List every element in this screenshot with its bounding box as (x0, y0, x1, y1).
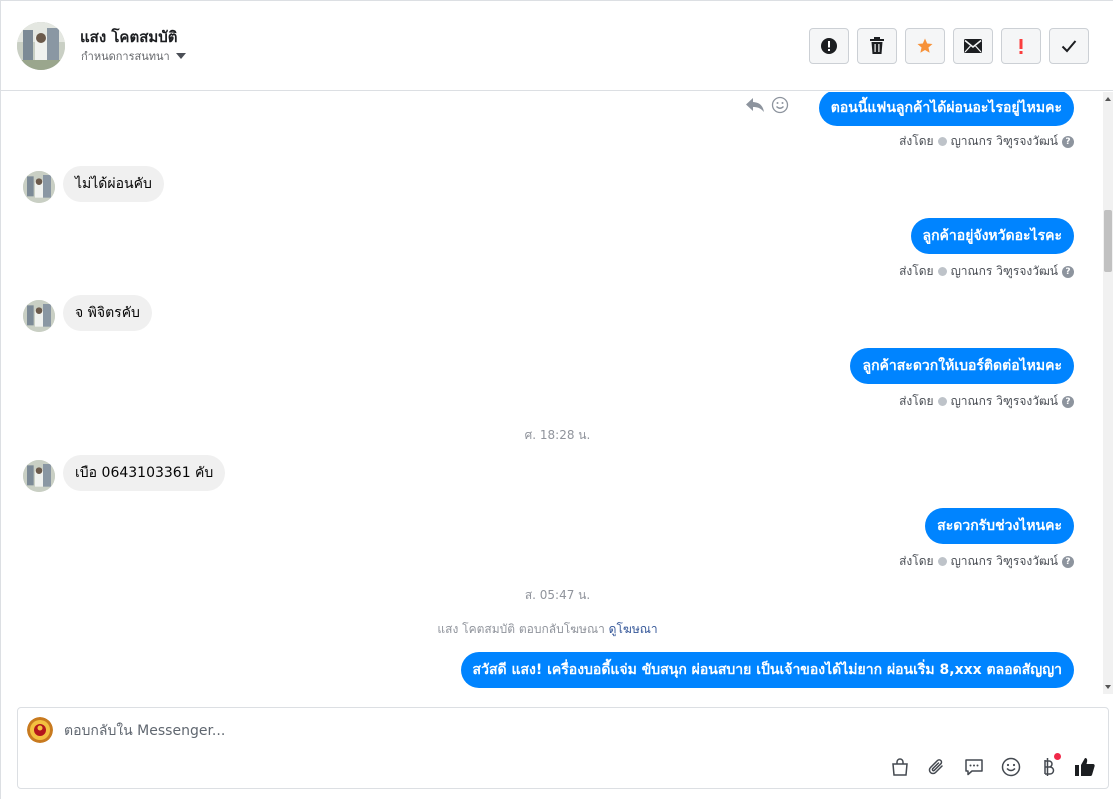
scroll-thumb[interactable] (1104, 210, 1112, 272)
alert-circle-icon (821, 38, 837, 54)
paperclip-icon (928, 759, 943, 775)
reply-icon[interactable] (745, 96, 765, 114)
message-incoming[interactable]: จ พิจิตรคับ (63, 295, 152, 331)
help-icon[interactable]: ? (1062, 265, 1074, 278)
mark-unread-button[interactable] (953, 28, 993, 64)
attach-button[interactable] (926, 756, 948, 778)
mark-done-button[interactable] (1049, 28, 1089, 64)
sent-by-label: ส่งโดย ญาณกร วิฑูรจงวัฒน์ ? (899, 132, 1074, 151)
message-outgoing[interactable]: ลูกค้าสะดวกให้เบอร์ติดต่อไหมคะ (850, 348, 1074, 384)
contact-avatar-small[interactable] (23, 460, 55, 492)
shop-bag-button[interactable] (889, 756, 911, 778)
important-button[interactable] (1001, 28, 1041, 64)
agent-name[interactable]: ญาณกร วิฑูรจงวัฒน์ (951, 132, 1058, 151)
trash-icon (870, 37, 884, 54)
message-thread[interactable]: ตอนนี้แฟนลูกค้าได้ผ่อนอะไรอยู่ไหมคะ ส่งโ… (1, 92, 1113, 699)
contact-name[interactable]: แสง โคตสมบัติ (80, 25, 178, 49)
shopping-bag-icon (892, 758, 908, 776)
sent-by-label: ส่งโดย ญาณกร วิฑูรจงวัฒน์ ? (899, 552, 1074, 571)
timestamp: ศ. 18:28 น. (524, 428, 591, 442)
composer-tools (889, 753, 1096, 778)
star-button[interactable] (905, 28, 945, 64)
sent-by-prefix: ส่งโดย (899, 264, 934, 278)
sent-by-prefix: ส่งโดย (899, 134, 934, 148)
help-icon[interactable]: ? (1062, 135, 1074, 148)
check-icon (1061, 40, 1077, 53)
page-avatar (27, 717, 53, 743)
payment-button[interactable] (1037, 753, 1061, 778)
sent-by-prefix: ส่งโดย (899, 554, 934, 568)
sent-by-label: ส่งโดย ญาณกร วิฑูรจงวัฒน์ ? (899, 262, 1074, 281)
agent-name[interactable]: ญาณกร วิฑูรจงวัฒน์ (951, 392, 1058, 411)
notification-dot (1054, 753, 1061, 760)
star-icon (917, 38, 933, 53)
ad-reply-notice: แสง โคตสมบัติ ตอบกลับโฆษณา ดูโฆษณา (1, 620, 1094, 639)
exclamation-icon (1019, 39, 1023, 54)
agent-dot-icon (937, 137, 947, 146)
emoji-button[interactable] (1000, 756, 1022, 778)
like-button[interactable] (1074, 756, 1096, 778)
envelope-icon (964, 39, 982, 53)
conversation-actions (809, 28, 1089, 64)
delete-button[interactable] (857, 28, 897, 64)
assign-conversation-dropdown[interactable]: กำหนดการสนทนา (81, 47, 186, 65)
message-tools (745, 96, 789, 114)
message-incoming[interactable]: ไม่ได้ผ่อนคับ (63, 166, 164, 202)
baht-icon (1044, 758, 1055, 776)
message-outgoing[interactable]: สะดวกรับช่วงไหนคะ (925, 508, 1074, 544)
emoji-react-icon[interactable] (771, 96, 789, 114)
agent-name[interactable]: ญาณกร วิฑูรจงวัฒน์ (951, 552, 1058, 571)
agent-name[interactable]: ญาณกร วิฑูรจงวัฒน์ (951, 262, 1058, 281)
message-composer (17, 707, 1109, 789)
agent-dot-icon (937, 397, 947, 406)
message-incoming[interactable]: เบือ 0643103361 คับ (63, 455, 226, 491)
messenger-inbox: แสง โคตสมบัติ กำหนดการสนทนา ตอนนี้แฟนลูก… (0, 0, 1113, 799)
reply-input[interactable] (64, 720, 764, 742)
sent-by-label: ส่งโดย ญาณกร วิฑูรจงวัฒน์ ? (899, 392, 1074, 411)
assign-label: กำหนดการสนทนา (81, 50, 170, 63)
message-outgoing[interactable]: ตอนนี้แฟนลูกค้าได้ผ่อนอะไรอยู่ไหมคะ (818, 92, 1074, 126)
chat-bubble-icon (965, 759, 983, 776)
message-outgoing[interactable]: สวัสดี แสง! เครื่องบอดี้แจ่ม ขับสนุก ผ่อ… (460, 652, 1074, 688)
scroll-down-arrow-icon[interactable] (1105, 685, 1111, 689)
agent-dot-icon (937, 267, 947, 276)
mark-spam-button[interactable] (809, 28, 849, 64)
thumbs-up-icon (1075, 758, 1095, 776)
contact-avatar[interactable] (17, 22, 65, 70)
ad-reply-text: แสง โคตสมบัติ ตอบกลับโฆษณา (437, 622, 605, 636)
contact-avatar-small[interactable] (23, 300, 55, 332)
timestamp: ส. 05:47 น. (524, 588, 591, 602)
caret-down-icon (175, 53, 186, 59)
view-ad-link[interactable]: ดูโฆษณา (609, 622, 658, 636)
agent-dot-icon (937, 557, 947, 566)
help-icon[interactable]: ? (1062, 555, 1074, 568)
smiley-icon (1001, 757, 1021, 777)
sent-by-prefix: ส่งโดย (899, 394, 934, 408)
thread-scrollbar[interactable] (1103, 92, 1113, 694)
message-outgoing[interactable]: ลูกค้าอยู่จังหวัดอะไรคะ (910, 218, 1074, 254)
help-icon[interactable]: ? (1062, 395, 1074, 408)
conversation-header: แสง โคตสมบัติ กำหนดการสนทนา (1, 1, 1113, 91)
saved-replies-button[interactable] (963, 756, 985, 778)
scroll-up-arrow-icon[interactable] (1105, 97, 1111, 101)
contact-avatar-small[interactable] (23, 171, 55, 203)
